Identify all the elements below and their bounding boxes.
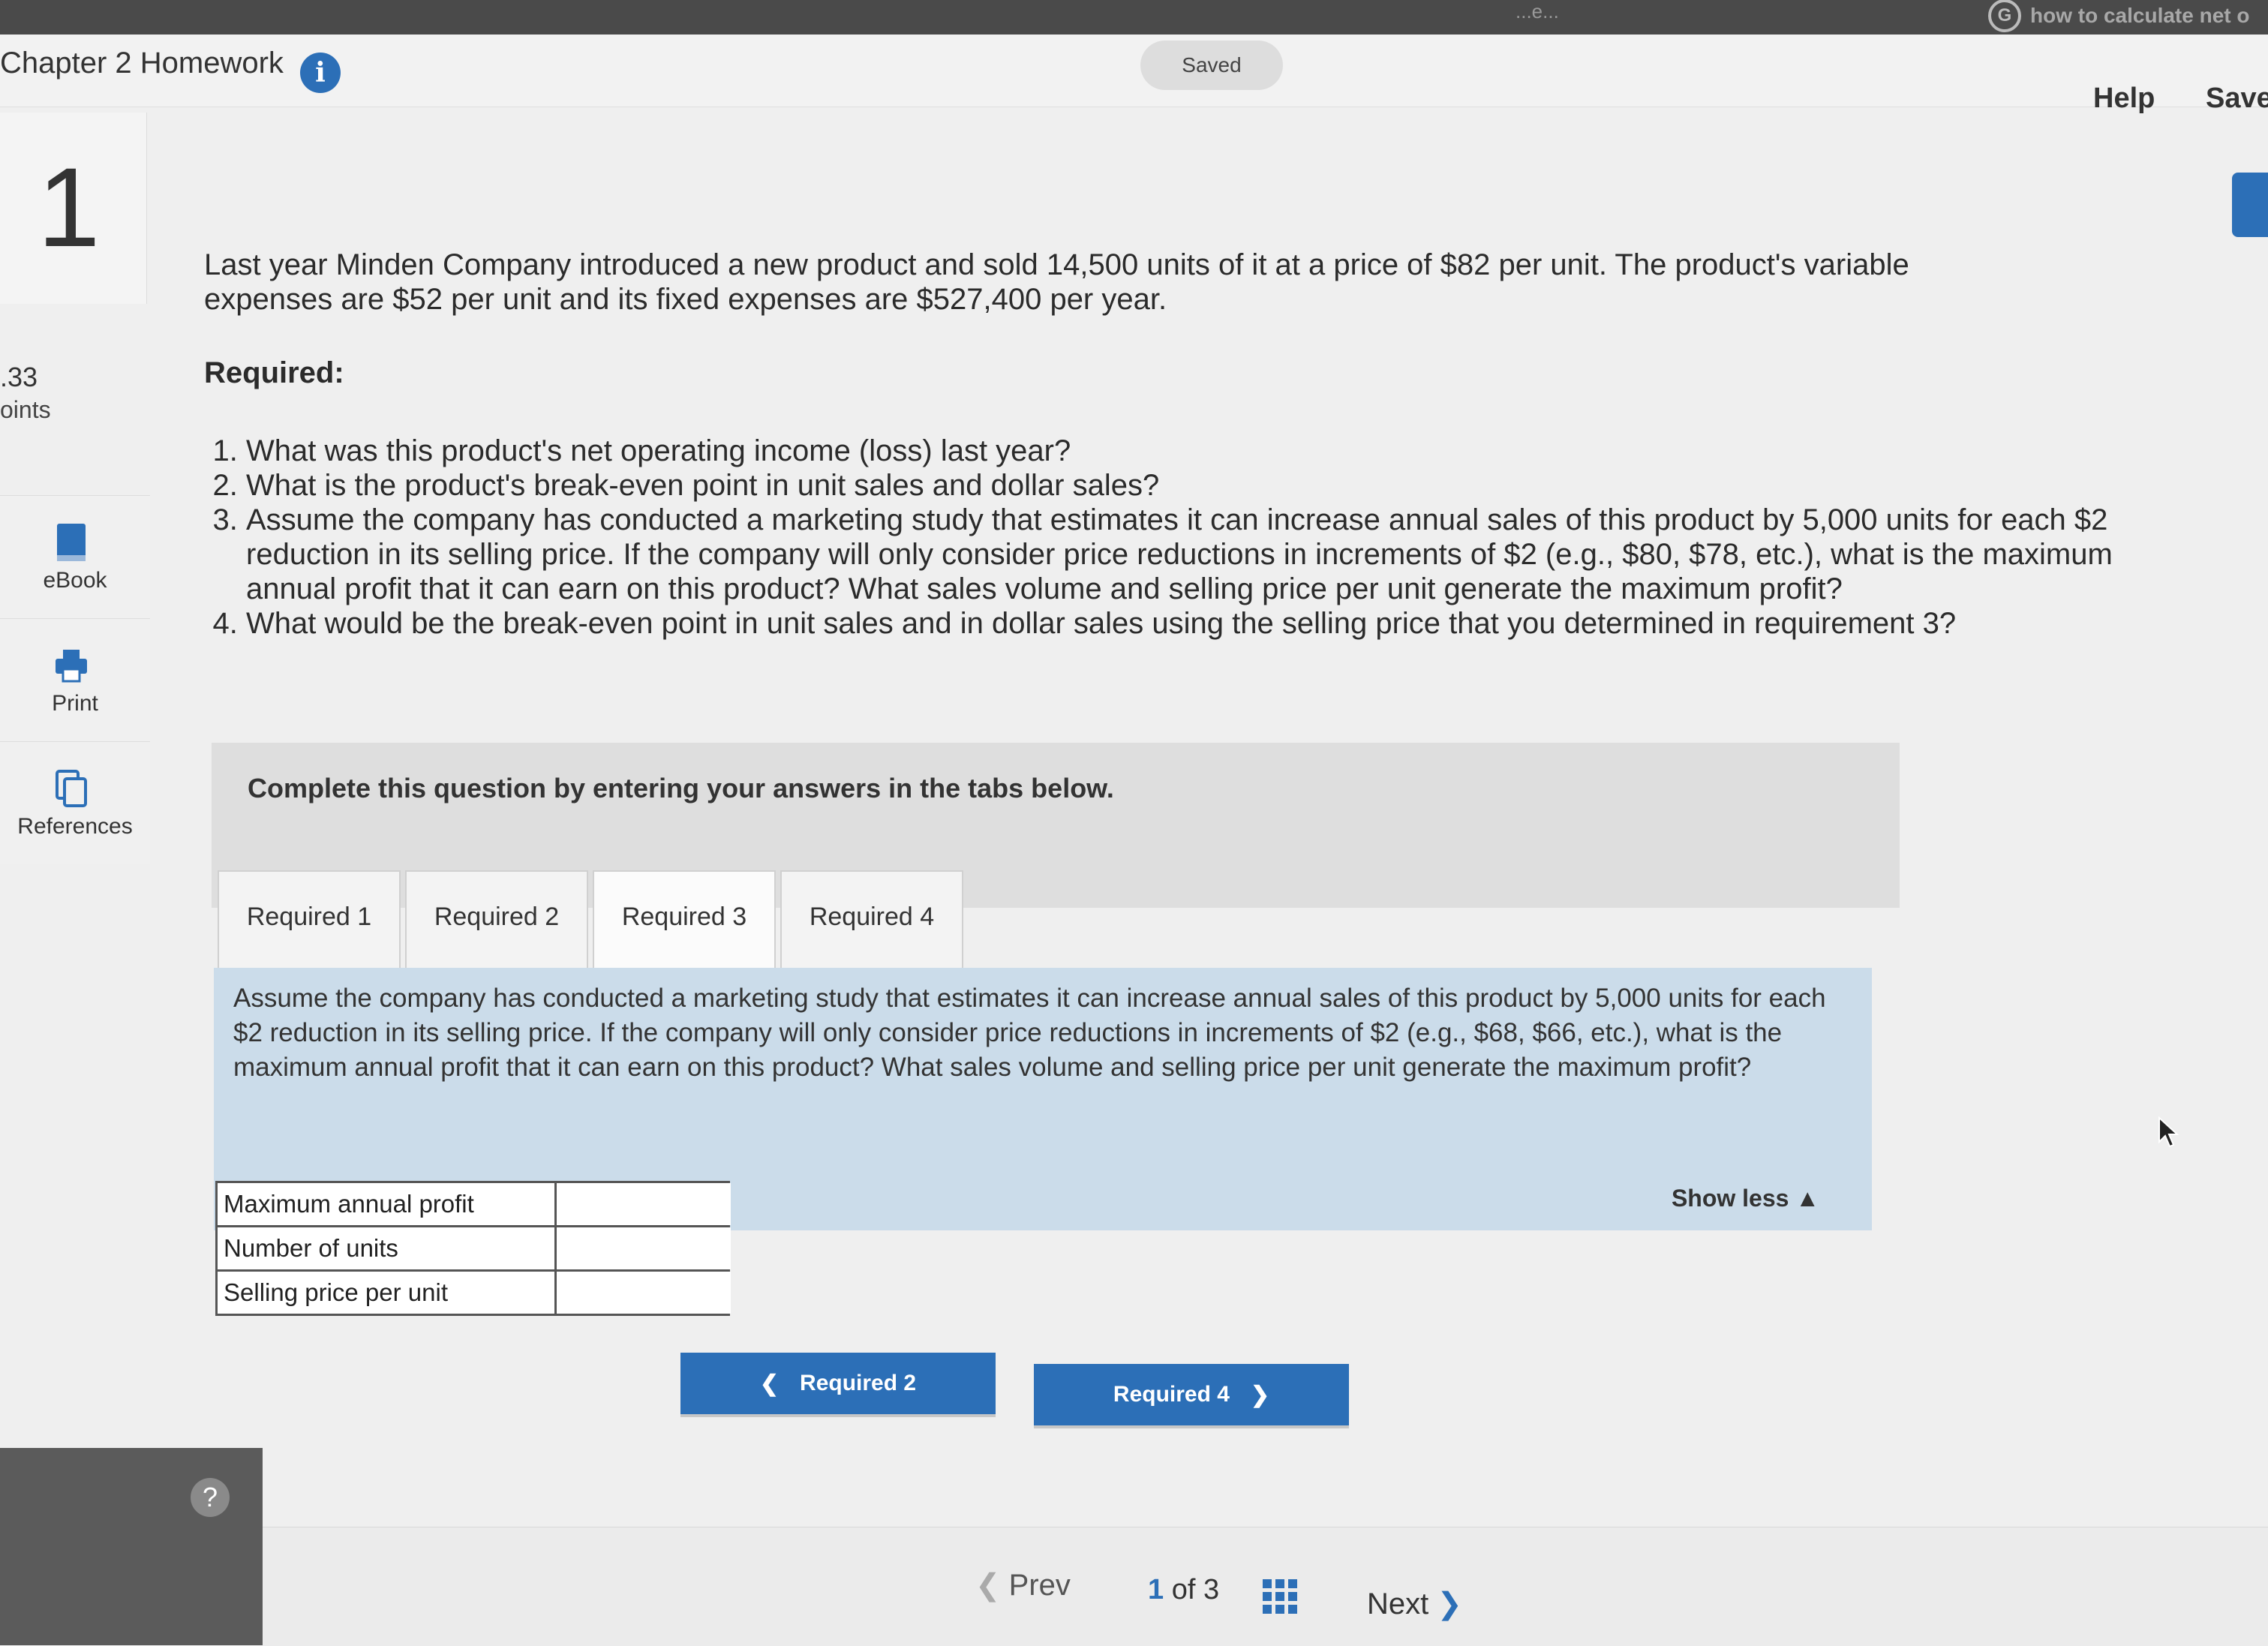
bottom-left-panel xyxy=(0,1448,263,1645)
requirement-item: Assume the company has conducted a marke… xyxy=(246,503,2137,606)
tab-required-1[interactable]: Required 1 xyxy=(218,870,401,972)
chevron-left-icon: ❮ xyxy=(975,1569,1001,1602)
help-question-icon[interactable]: ? xyxy=(191,1478,230,1517)
requirements-list: What was this product's net operating in… xyxy=(204,434,2137,641)
tab-required-2[interactable]: Required 2 xyxy=(405,870,588,972)
problem-intro: Last year Minden Company introduced a ne… xyxy=(204,248,1909,316)
help-button[interactable]: Help xyxy=(2093,83,2155,115)
table-row: Selling price per unit xyxy=(215,1269,731,1316)
sidebar-item-print[interactable]: Print xyxy=(0,618,150,741)
prev-required-button[interactable]: ❮ Required 2 xyxy=(680,1353,996,1414)
save-button[interactable]: Save xyxy=(2206,83,2268,115)
browser-tab-text: ...e... xyxy=(1516,0,1559,23)
info-icon[interactable]: i xyxy=(300,53,341,93)
next-question-button[interactable]: Next ❯ xyxy=(1367,1587,1462,1621)
points-value: .33 xyxy=(0,362,38,392)
selling-price-per-unit-input[interactable] xyxy=(557,1272,731,1314)
prev-question-button[interactable]: ❮ Prev xyxy=(975,1568,1071,1602)
sidebar-item-label: References xyxy=(17,814,133,839)
question-number-box: 1 xyxy=(0,113,147,304)
side-drawer-tab[interactable] xyxy=(2232,173,2268,237)
requirement-item: What was this product's net operating in… xyxy=(246,434,2137,468)
requirement-tabs: Required 1 Required 2 Required 3 Require… xyxy=(218,870,963,972)
question-number: 1 xyxy=(38,144,101,270)
tab-required-4[interactable]: Required 4 xyxy=(780,870,963,972)
instructions-text: Complete this question by entering your … xyxy=(248,773,1114,803)
question-panel-text: Assume the company has conducted a marke… xyxy=(233,984,1826,1082)
google-icon: G xyxy=(1988,0,2021,32)
requirement-item: What is the product's break-even point i… xyxy=(246,468,2137,503)
maximum-annual-profit-input[interactable] xyxy=(557,1183,731,1225)
assignment-header: Chapter 2 Homework i Saved Help Save xyxy=(0,35,2268,114)
sidebar-item-references[interactable]: References xyxy=(0,741,150,864)
next-label: Next xyxy=(1367,1587,1429,1620)
requirement-item: What would be the break-even point in un… xyxy=(246,606,2137,641)
answer-label: Number of units xyxy=(215,1225,557,1272)
table-row: Maximum annual profit xyxy=(215,1181,731,1227)
next-required-button[interactable]: Required 4 ❯ xyxy=(1034,1364,1349,1425)
sidebar-item-ebook[interactable]: eBook xyxy=(0,495,150,618)
next-required-label: Required 4 xyxy=(1113,1382,1230,1407)
points-label: oints xyxy=(0,396,51,423)
number-of-units-input[interactable] xyxy=(557,1227,731,1269)
show-less-link[interactable]: Show less ▲ xyxy=(1672,1185,1819,1212)
saved-status-badge: Saved xyxy=(1140,41,1283,90)
page-total: of 3 xyxy=(1171,1574,1220,1605)
table-row: Number of units xyxy=(215,1225,731,1272)
page-indicator: 1 of 3 xyxy=(1148,1574,1219,1606)
prev-label: Prev xyxy=(1008,1569,1071,1602)
answer-cell xyxy=(554,1269,731,1316)
answer-table: Maximum annual profit Number of units Se… xyxy=(215,1181,731,1316)
page-current: 1 xyxy=(1148,1574,1164,1605)
documents-icon xyxy=(56,770,87,807)
answer-cell xyxy=(554,1181,731,1227)
browser-top-strip: ...e... G how to calculate net o xyxy=(0,0,2268,35)
chevron-left-icon: ❮ xyxy=(759,1371,780,1396)
prev-required-label: Required 2 xyxy=(800,1371,917,1395)
chevron-right-icon: ❯ xyxy=(1250,1382,1270,1407)
chevron-right-icon: ❯ xyxy=(1437,1587,1462,1620)
browser-search-chip[interactable]: G how to calculate net o xyxy=(1988,0,2249,32)
sidebar-item-label: eBook xyxy=(43,568,107,593)
answer-label: Selling price per unit xyxy=(215,1269,557,1316)
tab-required-3[interactable]: Required 3 xyxy=(593,870,776,972)
page-title: Chapter 2 Homework xyxy=(0,47,284,80)
required-heading: Required: xyxy=(204,356,344,389)
sidebar-tools: eBook Print References xyxy=(0,495,150,864)
answer-cell xyxy=(554,1225,731,1272)
question-grid-icon[interactable] xyxy=(1263,1579,1297,1614)
problem-content: Last year Minden Company introduced a ne… xyxy=(204,248,2125,641)
printer-icon xyxy=(56,650,87,683)
sidebar-item-label: Print xyxy=(52,691,98,716)
mouse-cursor-icon xyxy=(2158,1116,2179,1148)
book-icon xyxy=(57,524,86,561)
answer-label: Maximum annual profit xyxy=(215,1181,557,1227)
browser-search-text: how to calculate net o xyxy=(2030,4,2250,27)
